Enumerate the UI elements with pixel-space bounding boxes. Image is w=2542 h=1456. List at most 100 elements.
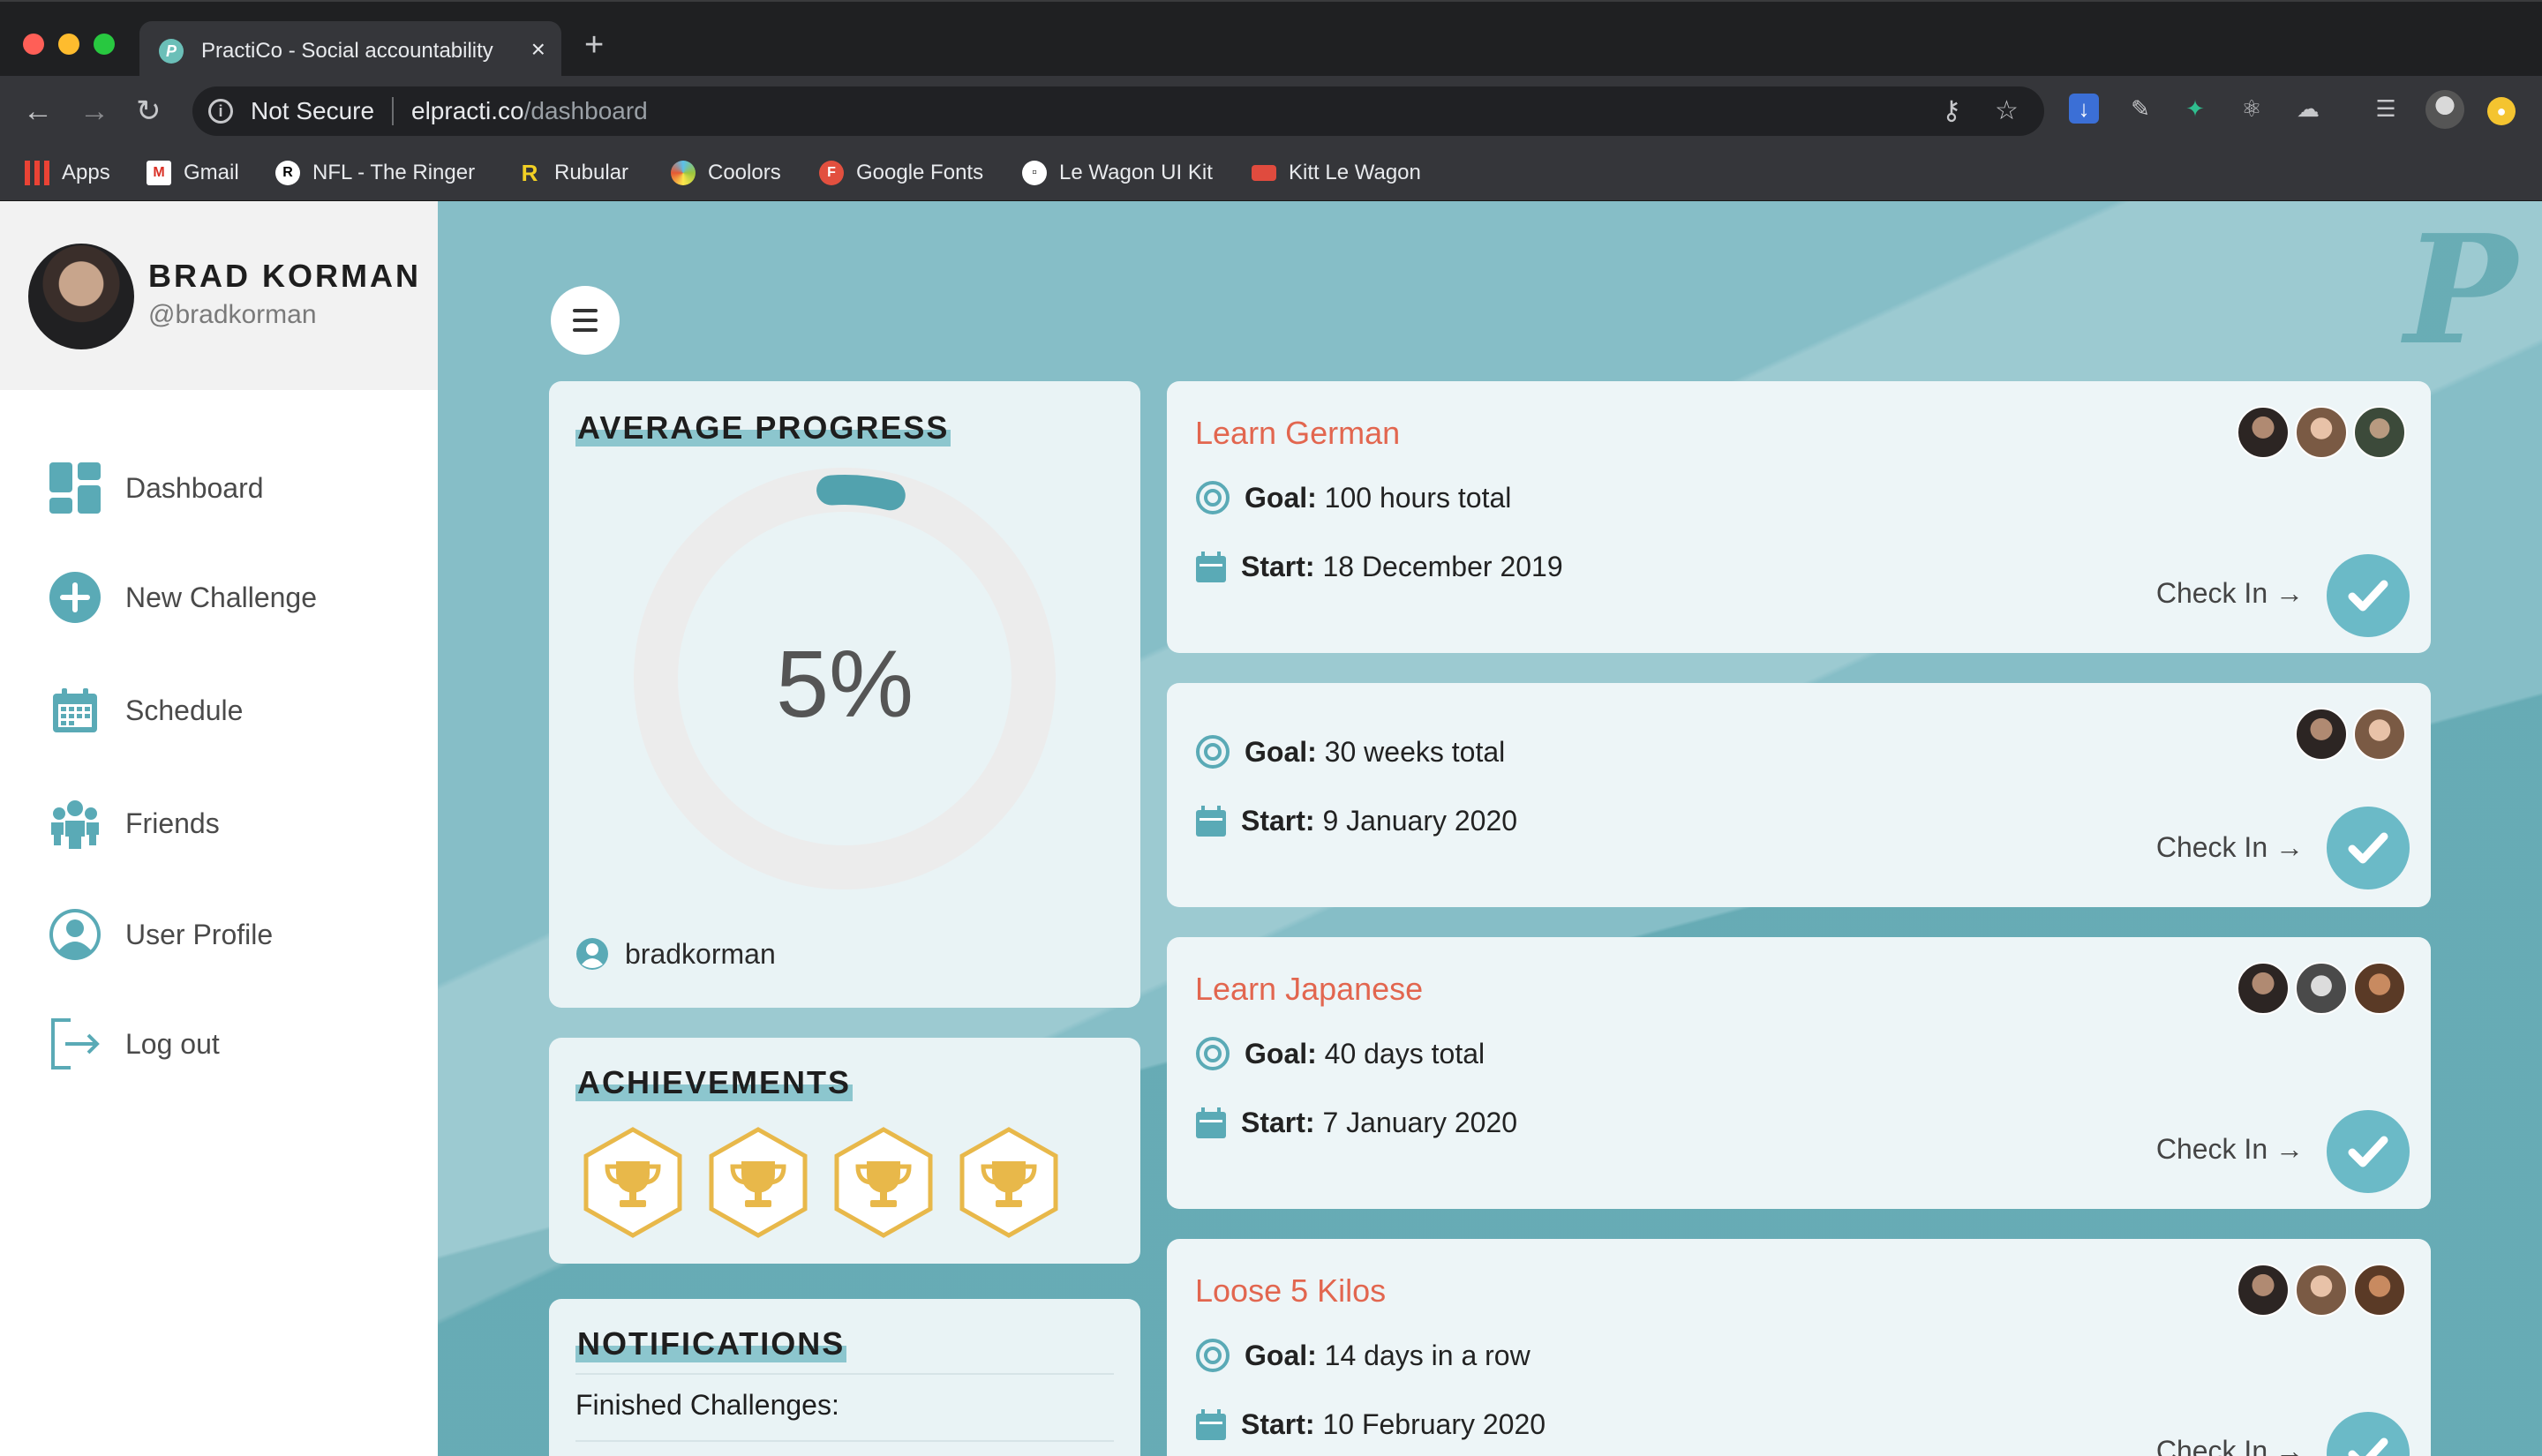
calendar-icon <box>1196 1107 1226 1138</box>
dashboard-icon <box>48 461 102 515</box>
react-devtools-icon[interactable]: ⚛ <box>2237 94 2267 124</box>
cloud-extension-icon[interactable]: ☁ <box>2293 94 2323 124</box>
progress-username: bradkorman <box>625 937 776 970</box>
challenge-card[interactable]: Learn Japanese Goal: 40 days total Start… <box>1167 937 2431 1209</box>
calendar-icon <box>1196 805 1226 837</box>
menu-toggle-button[interactable] <box>551 286 620 355</box>
profile-avatar-icon[interactable] <box>2425 90 2464 129</box>
bookmark-lewagon-ui-kit[interactable]: ▫ Le Wagon UI Kit <box>1022 155 1213 191</box>
bookmark-label: NFL - The Ringer <box>312 161 476 184</box>
sidebar-profile[interactable]: BRAD KORMAN @bradkorman <box>0 201 438 390</box>
media-playlist-icon[interactable]: ☰ <box>2371 94 2401 124</box>
hummingbird-extension-icon[interactable]: ✦ <box>2180 94 2210 124</box>
apps-grid-icon <box>25 161 49 185</box>
bookmark-kitt-lewagon[interactable]: Kitt Le Wagon <box>1252 155 1421 191</box>
checkmark-icon <box>2348 580 2388 612</box>
avatar[interactable] <box>2353 708 2406 761</box>
plus-circle-icon <box>48 570 102 625</box>
check-in-link[interactable]: Check In → <box>2156 1133 2304 1166</box>
calendar-icon <box>1196 551 1226 582</box>
challenge-title[interactable]: Learn German <box>1195 415 1400 452</box>
check-in-link[interactable]: Check In → <box>2156 831 2304 864</box>
trophy-badge[interactable] <box>831 1126 936 1243</box>
tab-close-icon[interactable]: × <box>531 35 545 64</box>
new-tab-button[interactable]: + <box>584 28 604 62</box>
challenge-card[interactable]: Goal: 30 weeks total Start: 9 January 20… <box>1167 683 2431 907</box>
checkmark-icon <box>2348 1136 2388 1167</box>
sidebar-item-schedule[interactable]: Schedule <box>48 679 243 741</box>
bookmark-star-icon[interactable]: ☆ <box>1995 95 2019 126</box>
trophy-icon <box>834 1127 933 1238</box>
hamburger-line <box>573 319 598 322</box>
coolors-icon <box>671 161 696 185</box>
avatar[interactable] <box>2237 962 2290 1015</box>
avatar[interactable] <box>2237 1264 2290 1317</box>
avatar[interactable] <box>2353 1264 2406 1317</box>
avatar[interactable] <box>2295 1264 2348 1317</box>
check-in-button[interactable] <box>2327 554 2410 637</box>
challenge-title[interactable]: Loose 5 Kilos <box>1195 1272 1386 1310</box>
avatar[interactable] <box>2353 962 2406 1015</box>
sidebar-item-dashboard[interactable]: Dashboard <box>48 457 264 519</box>
check-in-button[interactable] <box>2327 1412 2410 1456</box>
close-window-button[interactable] <box>23 34 44 55</box>
update-icon[interactable]: ● <box>2487 97 2516 125</box>
practico-favicon-icon: P <box>159 39 184 64</box>
bookmark-label: Rubular <box>554 161 629 184</box>
rubular-icon: R <box>521 160 538 186</box>
trophy-badge[interactable] <box>957 1126 1061 1243</box>
trophy-icon <box>959 1127 1058 1238</box>
sidebar-item-friends[interactable]: Friends <box>48 792 220 854</box>
sidebar-item-new-challenge[interactable]: New Challenge <box>48 567 317 628</box>
bookmark-nfl-ringer[interactable]: R NFL - The Ringer <box>275 155 475 191</box>
target-icon <box>1196 1339 1230 1372</box>
avatar[interactable] <box>2295 708 2348 761</box>
avatar[interactable] <box>2295 406 2348 459</box>
bookmark-rubular[interactable]: R Rubular <box>517 155 628 191</box>
check-in-button[interactable] <box>2327 807 2410 889</box>
back-arrow-icon[interactable]: ← <box>23 92 53 131</box>
download-extension-icon[interactable]: ↓ <box>2069 94 2099 124</box>
info-icon[interactable]: i <box>208 99 233 124</box>
challenge-card[interactable]: Loose 5 Kilos Goal: 14 days in a row Sta… <box>1167 1239 2431 1456</box>
target-icon <box>1196 735 1230 769</box>
achievements-card: ACHIEVEMENTS <box>549 1038 1140 1264</box>
challenge-goal: Goal: 14 days in a row <box>1195 1338 1530 1373</box>
sidebar-item-label: User Profile <box>125 918 274 950</box>
bookmark-label: Gmail <box>184 161 239 184</box>
challenge-card[interactable]: Learn German Goal: 100 hours total Start… <box>1167 381 2431 653</box>
avatar[interactable] <box>28 244 134 349</box>
address-bar[interactable]: i Not Secure elpracti.co/dashboard ⚷ ☆ <box>192 86 2044 136</box>
challenge-start: Start: 9 January 2020 <box>1195 805 1517 837</box>
bookmark-coolors[interactable]: Coolors <box>671 155 781 191</box>
maximize-window-button[interactable] <box>94 34 115 55</box>
bookmark-google-fonts[interactable]: F Google Fonts <box>819 155 983 191</box>
practico-logo-icon: P <box>2404 202 2517 379</box>
pen-extension-icon[interactable]: ✎ <box>2125 94 2155 124</box>
avatar[interactable] <box>2237 406 2290 459</box>
challenge-title[interactable]: Learn Japanese <box>1195 971 1423 1008</box>
bookmark-apps[interactable]: Apps <box>25 155 110 191</box>
sidebar-item-label: Schedule <box>125 694 244 726</box>
avatar[interactable] <box>2353 406 2406 459</box>
reload-icon[interactable]: ↻ <box>136 92 162 131</box>
sidebar-item-log-out[interactable]: Log out <box>48 1013 220 1075</box>
divider <box>575 1440 1114 1442</box>
url-text[interactable]: elpracti.co/dashboard <box>411 97 648 125</box>
browser-tab[interactable]: P PractiCo - Social accountability × <box>139 21 561 79</box>
sidebar-item-label: Log out <box>125 1027 220 1060</box>
trophy-badge[interactable] <box>581 1126 685 1243</box>
check-in-link[interactable]: Check In → <box>2156 1435 2304 1456</box>
ringer-icon: R <box>275 161 300 185</box>
avatar[interactable] <box>2295 962 2348 1015</box>
tab-title: PractiCo - Social accountability <box>201 39 493 63</box>
sidebar-item-user-profile[interactable]: User Profile <box>48 904 273 965</box>
forward-arrow-icon[interactable]: → <box>79 92 109 131</box>
notifications-title: NOTIFICATIONS <box>575 1325 847 1362</box>
bookmark-gmail[interactable]: M Gmail <box>147 155 239 191</box>
key-icon[interactable]: ⚷ <box>1942 95 1961 126</box>
trophy-badge[interactable] <box>706 1126 810 1243</box>
check-in-button[interactable] <box>2327 1110 2410 1193</box>
minimize-window-button[interactable] <box>58 34 79 55</box>
check-in-link[interactable]: Check In → <box>2156 577 2304 610</box>
